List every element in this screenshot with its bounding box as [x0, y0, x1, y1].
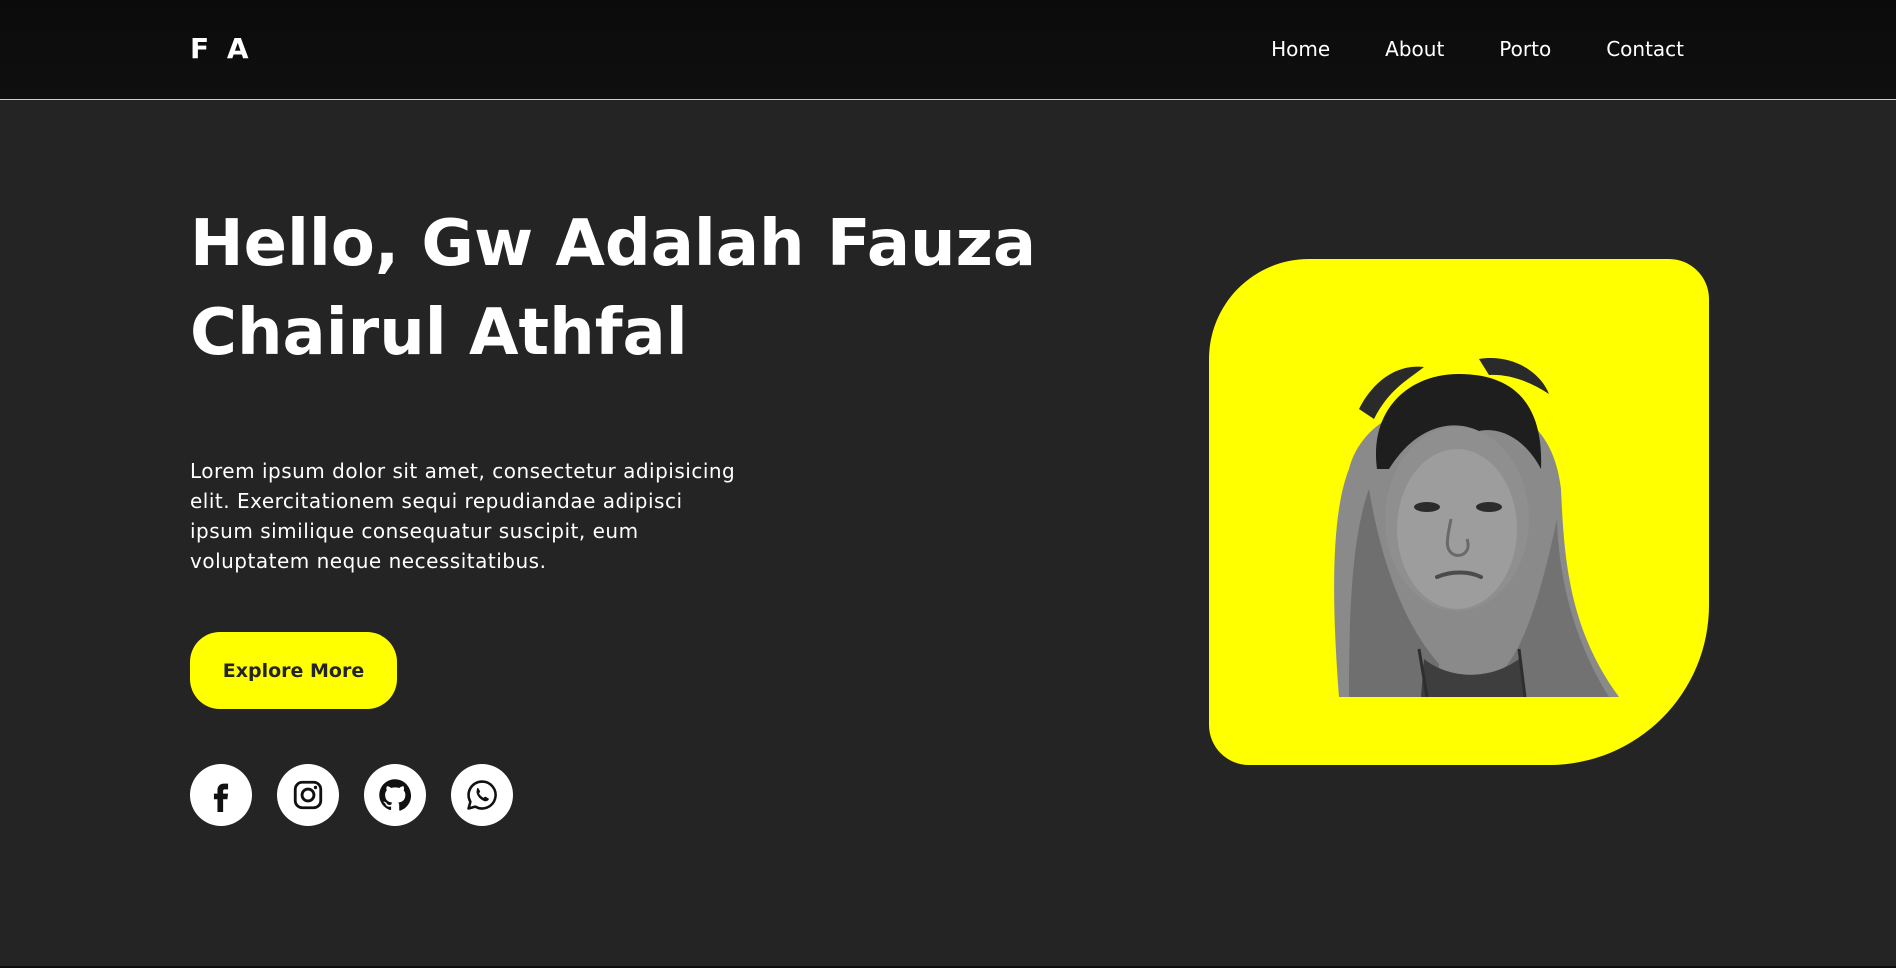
hero-title-line-2: Chairul Athfal	[190, 296, 688, 370]
whatsapp-icon	[467, 780, 497, 810]
profile-photo-card	[1209, 259, 1709, 765]
social-links	[190, 764, 513, 826]
logo[interactable]: F A	[190, 32, 253, 66]
hero-title-line-1: Hello, Gw Adalah Fauza	[190, 207, 1036, 281]
hero-title: Hello, Gw Adalah Fauza Chairul Athfal	[190, 200, 1050, 378]
nav-link-porto[interactable]: Porto	[1499, 36, 1551, 62]
nav-link-about[interactable]: About	[1385, 36, 1444, 62]
profile-photo	[1334, 358, 1619, 697]
github-icon	[379, 779, 412, 811]
instagram-icon	[293, 780, 323, 810]
navbar: F A Home About Porto Contact	[0, 0, 1896, 100]
github-link[interactable]	[364, 764, 426, 826]
facebook-icon	[213, 783, 229, 812]
nav-link-home[interactable]: Home	[1271, 36, 1330, 62]
facebook-link[interactable]	[190, 764, 252, 826]
nav-link-contact[interactable]: Contact	[1606, 36, 1684, 62]
whatsapp-link[interactable]	[451, 764, 513, 826]
instagram-link[interactable]	[277, 764, 339, 826]
explore-more-button[interactable]: Explore More	[190, 632, 397, 709]
nav-menu: Home About Porto Contact	[1271, 36, 1684, 62]
hero-description: Lorem ipsum dolor sit amet, consectetur …	[190, 459, 736, 573]
